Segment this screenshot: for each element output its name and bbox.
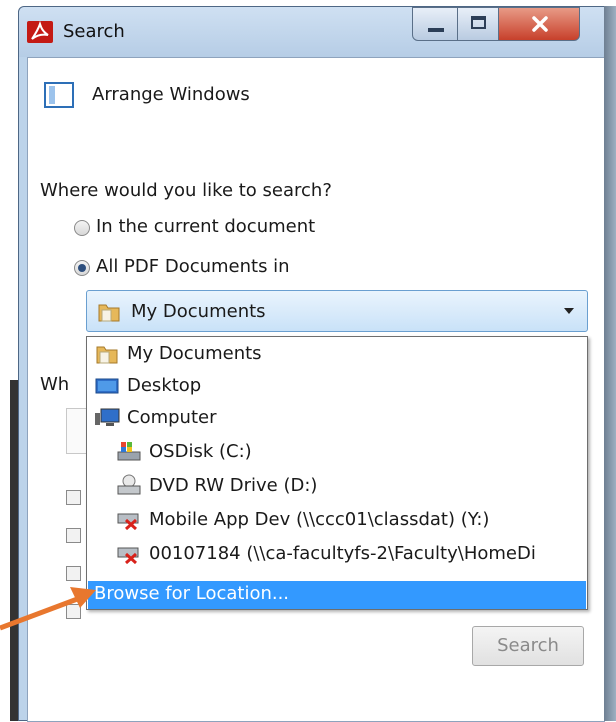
dropdown-item-label: Computer (127, 407, 217, 428)
checkbox-include-comments[interactable] (66, 604, 81, 619)
search-button[interactable]: Search (472, 626, 584, 666)
search-scope-question: Where would you like to search? (40, 180, 332, 201)
dropdown-item-label: My Documents (127, 343, 262, 364)
window-title: Search (63, 21, 125, 42)
what-to-search-label: Wh (40, 374, 70, 395)
checkbox-option-3[interactable] (66, 566, 81, 581)
location-dropdown-list[interactable]: My Documents Desktop Computer OSDisk (C:… (86, 336, 588, 610)
dropdown-item-osdisk[interactable]: OSDisk (C:) (87, 437, 585, 467)
checkbox-option-1[interactable] (66, 490, 81, 505)
minimize-icon (428, 28, 444, 32)
dropdown-item-mobile-app-dev[interactable]: Mobile App Dev (\\ccc01\classdat) (Y:) (87, 505, 585, 535)
network-drive-disconnected-icon (117, 508, 139, 531)
dropdown-item-computer[interactable]: Computer (87, 403, 585, 433)
dropdown-item-desktop[interactable]: Desktop (87, 371, 585, 401)
close-button[interactable] (498, 7, 580, 41)
background-dark-strip (10, 380, 18, 721)
dropdown-item-label: OSDisk (C:) (149, 441, 252, 462)
dropdown-item-label: Mobile App Dev (\\ccc01\classdat) (Y:) (149, 509, 490, 530)
radio-all-pdf-documents-label[interactable]: All PDF Documents in (96, 256, 290, 277)
acrobat-icon (27, 21, 53, 43)
location-combo-box[interactable]: My Documents (86, 290, 588, 332)
radio-current-document[interactable] (74, 220, 90, 236)
dropdown-item-faculty-home[interactable]: 00107184 (\\ca-facultyfs-2\Faculty\HomeD… (87, 539, 585, 569)
dropdown-item-browse-for-location[interactable]: Browse for Location... (88, 581, 586, 609)
dropdown-item-dvd-drive[interactable]: DVD RW Drive (D:) (87, 471, 585, 501)
dropdown-item-my-documents[interactable]: My Documents (87, 339, 585, 369)
folder-icon (97, 301, 120, 322)
desktop-icon (95, 377, 119, 397)
search-text-input[interactable] (66, 408, 87, 454)
title-bar[interactable]: Search (19, 7, 615, 57)
location-combo-value: My Documents (131, 301, 266, 322)
disk-icon (117, 440, 141, 461)
radio-all-pdf-documents[interactable] (74, 260, 90, 276)
network-drive-disconnected-icon (117, 542, 139, 565)
minimize-button[interactable] (412, 7, 458, 41)
window-shadow-edge (604, 6, 616, 721)
checkbox-option-2[interactable] (66, 528, 81, 543)
maximize-button[interactable] (457, 7, 499, 41)
folder-icon (95, 343, 118, 364)
arrange-windows-label[interactable]: Arrange Windows (92, 84, 250, 105)
chevron-down-icon[interactable] (563, 307, 575, 315)
dropdown-item-label: Desktop (127, 375, 202, 396)
radio-current-document-label[interactable]: In the current document (96, 216, 315, 237)
dropdown-item-label: DVD RW Drive (D:) (149, 475, 318, 496)
dvd-drive-icon (117, 474, 141, 495)
arrange-windows-icon[interactable] (44, 82, 74, 108)
maximize-icon (471, 16, 486, 29)
computer-icon (95, 407, 120, 427)
dropdown-item-label: 00107184 (\\ca-facultyfs-2\Faculty\HomeD… (149, 543, 536, 564)
close-icon (532, 16, 548, 32)
dropdown-item-label: Browse for Location... (94, 583, 290, 604)
